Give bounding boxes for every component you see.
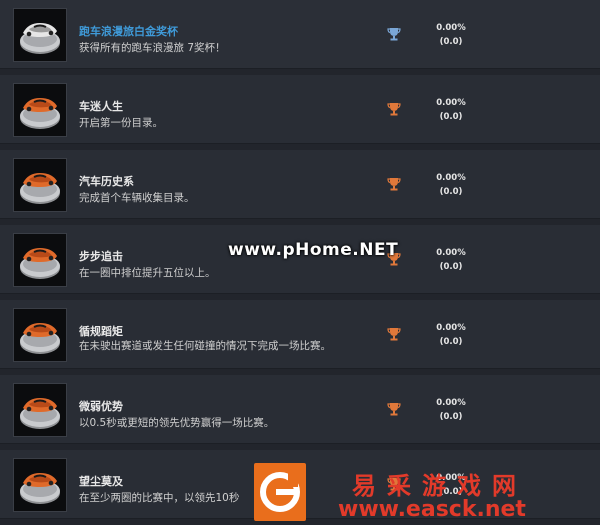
trophy-thumbnail-icon — [13, 158, 67, 212]
trophy-title: 跑车浪漫旅白金奖杯 — [79, 25, 178, 38]
bronze-trophy-icon — [387, 326, 401, 341]
trophy-thumbnail-icon — [13, 8, 67, 62]
trophy-percent: 0.00% — [436, 398, 466, 408]
trophy-thumbnail-icon — [13, 308, 67, 362]
trophy-description: 开启第一份目录。 — [79, 117, 163, 129]
trophy-title: 步步追击 — [79, 250, 123, 263]
trophy-thumbnail-icon — [13, 458, 67, 512]
trophy-description: 在未驶出赛道或发生任何碰撞的情况下完成一场比赛。 — [79, 340, 331, 352]
bronze-trophy-icon — [387, 101, 401, 116]
trophy-description: 完成首个车辆收集目录。 — [79, 192, 195, 204]
trophy-row[interactable]: 汽车历史系 完成首个车辆收集目录。 0.00% (0.0) — [0, 150, 600, 219]
trophy-count: (0.0) — [439, 412, 463, 422]
trophy-count: (0.0) — [439, 337, 463, 347]
trophy-row[interactable]: 车迷人生 开启第一份目录。 0.00% (0.0) — [0, 75, 600, 144]
trophy-count: (0.0) — [439, 37, 463, 47]
trophy-title: 微弱优势 — [79, 400, 123, 413]
trophy-percent: 0.00% — [436, 248, 466, 258]
trophy-thumbnail-icon — [13, 233, 67, 287]
trophy-description: 获得所有的跑车浪漫旅 7奖杯！ — [79, 42, 226, 54]
trophy-percent: 0.00% — [436, 23, 466, 33]
platinum-trophy-icon — [387, 26, 401, 41]
trophy-description: 在一圈中排位提升五位以上。 — [79, 267, 216, 279]
trophy-description: 在至少两圈的比赛中，以领先10秒 — [79, 492, 240, 504]
trophy-description: 以0.5秒或更短的领先优势赢得一场比赛。 — [79, 417, 275, 429]
trophy-row[interactable]: 循规蹈矩 在未驶出赛道或发生任何碰撞的情况下完成一场比赛。 0.00% (0.0… — [0, 300, 600, 369]
trophy-title: 望尘莫及 — [79, 475, 123, 488]
trophy-row[interactable]: 跑车浪漫旅白金奖杯 获得所有的跑车浪漫旅 7奖杯！ 0.00% (0.0) — [0, 0, 600, 69]
trophy-title: 循规蹈矩 — [79, 325, 123, 338]
bronze-trophy-icon — [387, 176, 401, 191]
trophy-count: (0.0) — [439, 187, 463, 197]
bronze-trophy-icon — [387, 401, 401, 416]
trophy-list: 跑车浪漫旅白金奖杯 获得所有的跑车浪漫旅 7奖杯！ 0.00% (0.0) 车迷… — [0, 0, 600, 525]
trophy-percent: 0.00% — [436, 323, 466, 333]
trophy-title: 车迷人生 — [79, 100, 123, 113]
trophy-percent: 0.00% — [436, 173, 466, 183]
trophy-thumbnail-icon — [13, 383, 67, 437]
trophy-row[interactable]: 微弱优势 以0.5秒或更短的领先优势赢得一场比赛。 0.00% (0.0) — [0, 375, 600, 444]
trophy-title: 汽车历史系 — [79, 175, 134, 188]
easck-logo-icon — [254, 463, 306, 521]
watermark-site-name: 易采游戏网 — [352, 472, 527, 500]
trophy-count: (0.0) — [439, 262, 463, 272]
watermark-site-url: www.easck.net — [338, 497, 526, 522]
trophy-percent: 0.00% — [436, 98, 466, 108]
trophy-count: (0.0) — [439, 112, 463, 122]
watermark-phome: www.pHome.NET — [228, 240, 399, 260]
trophy-thumbnail-icon — [13, 83, 67, 137]
